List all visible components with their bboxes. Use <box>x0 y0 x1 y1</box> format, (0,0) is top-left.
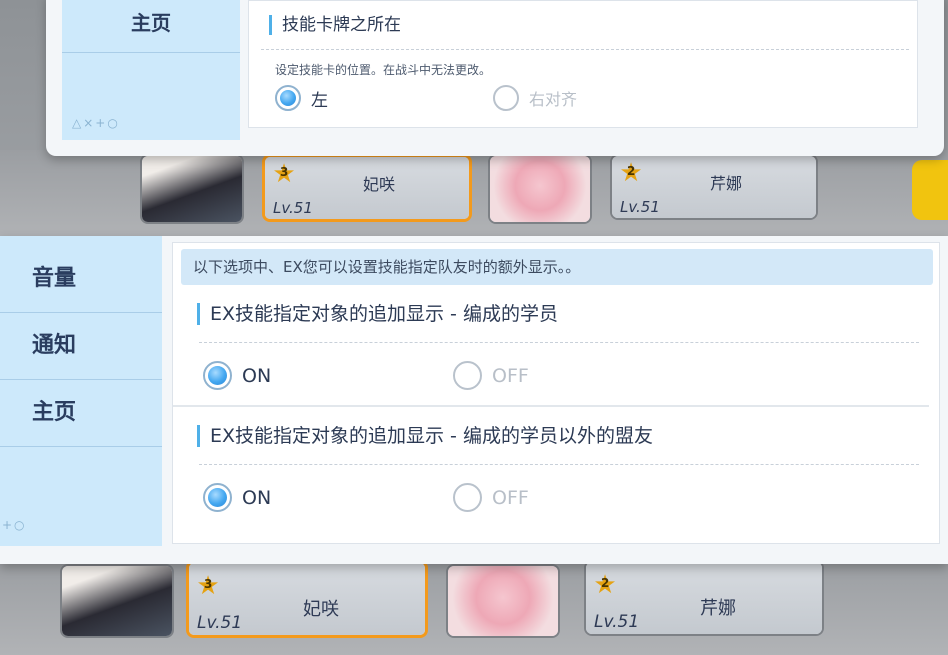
background-roster-top: ★ 3 Lv.51 妃咲 ★ 2 Lv.51 芹娜 <box>0 150 948 240</box>
character-name: 妃咲 <box>363 175 396 194</box>
star-count: 3 <box>204 577 213 591</box>
level-text: Lv.51 <box>197 613 243 633</box>
option-label: OFF <box>492 486 529 509</box>
character-card-selected[interactable]: ★ 3 Lv.51 妃咲 <box>262 154 472 222</box>
character-card[interactable] <box>140 154 244 224</box>
option-off[interactable]: OFF <box>453 483 529 512</box>
star-count: 2 <box>627 164 636 178</box>
settings-sidebar: 主页 △×+○ <box>62 0 240 140</box>
hint-text: 设定技能卡的位置。在战斗中无法更改。 <box>275 63 492 77</box>
sidebar-item-notification[interactable]: 通知 <box>0 313 162 380</box>
info-bar: 以下选项中、EX您可以设置技能指定队友时的额外显示。。 <box>181 249 933 285</box>
section-title-other-allies: EX技能指定对象的追加显示 - 编成的学员以外的盟友 <box>197 425 653 447</box>
settings-panel-bottom: 音量 通知 主页 +○ 以下选项中、EX您可以设置技能指定队友时的额外显示。。 … <box>0 236 948 564</box>
option-on[interactable]: ON <box>203 483 271 512</box>
level-text: Lv.51 <box>594 612 640 632</box>
star-count: 2 <box>601 576 610 590</box>
character-card[interactable]: ★ 2 Lv.51 芹娜 <box>610 154 818 220</box>
character-portrait <box>142 156 242 222</box>
radio-checked-icon[interactable] <box>203 361 232 390</box>
character-portrait <box>448 566 558 636</box>
background-roster-bottom: ★ 3 Lv.51 妃咲 ★ 2 Lv.51 芹娜 <box>0 560 948 655</box>
star-count: 3 <box>280 165 289 179</box>
section-separator <box>173 405 929 407</box>
option-right[interactable]: 右对齐 <box>493 85 577 111</box>
character-name: 妃咲 <box>303 599 339 620</box>
divider <box>199 342 919 343</box>
character-name: 芹娜 <box>710 174 743 193</box>
settings-sidebar: 音量 通知 主页 +○ <box>0 236 162 546</box>
divider <box>199 464 919 465</box>
option-off[interactable]: OFF <box>453 361 529 390</box>
level-text: Lv.51 <box>620 198 660 216</box>
side-tab[interactable] <box>912 160 948 220</box>
character-card[interactable] <box>60 564 174 638</box>
sidebar-decor: △×+○ <box>72 116 120 130</box>
section-title-skill-card: 技能卡牌之所在 <box>269 15 401 35</box>
option-label: 左 <box>311 90 328 111</box>
character-portrait <box>490 156 590 222</box>
character-card-selected[interactable]: ★ 3 Lv.51 妃咲 <box>186 560 428 638</box>
sidebar-item-home[interactable]: 主页 <box>62 0 240 53</box>
settings-content: 技能卡牌之所在 设定技能卡的位置。在战斗中无法更改。 左 右对齐 <box>248 0 918 128</box>
character-card[interactable] <box>488 154 592 224</box>
settings-content: 以下选项中、EX您可以设置技能指定队友时的额外显示。。 EX技能指定对象的追加显… <box>172 242 940 544</box>
radio-unchecked-icon[interactable] <box>453 483 482 512</box>
option-left[interactable]: 左 <box>275 85 328 111</box>
section-title-team-members: EX技能指定对象的追加显示 - 编成的学员 <box>197 303 558 325</box>
divider <box>261 49 909 50</box>
character-card[interactable] <box>446 564 560 638</box>
level-text: Lv.51 <box>273 199 313 217</box>
option-label: ON <box>242 364 272 387</box>
radio-checked-icon[interactable] <box>275 85 301 111</box>
sidebar-decor: +○ <box>2 518 27 532</box>
radio-unchecked-icon[interactable] <box>493 85 519 111</box>
settings-panel-top: 主页 △×+○ 技能卡牌之所在 设定技能卡的位置。在战斗中无法更改。 左 右对齐 <box>46 0 944 156</box>
character-portrait <box>62 566 172 636</box>
radio-unchecked-icon[interactable] <box>453 361 482 390</box>
character-card[interactable]: ★ 2 Lv.51 芹娜 <box>584 560 824 636</box>
sidebar-item-volume[interactable]: 音量 <box>0 246 162 313</box>
option-label: OFF <box>492 364 529 387</box>
sidebar-item-home[interactable]: 主页 <box>0 380 162 447</box>
option-label: 右对齐 <box>529 90 578 109</box>
character-name: 芹娜 <box>700 598 736 619</box>
option-label: ON <box>242 486 272 509</box>
radio-checked-icon[interactable] <box>203 483 232 512</box>
option-on[interactable]: ON <box>203 361 271 390</box>
